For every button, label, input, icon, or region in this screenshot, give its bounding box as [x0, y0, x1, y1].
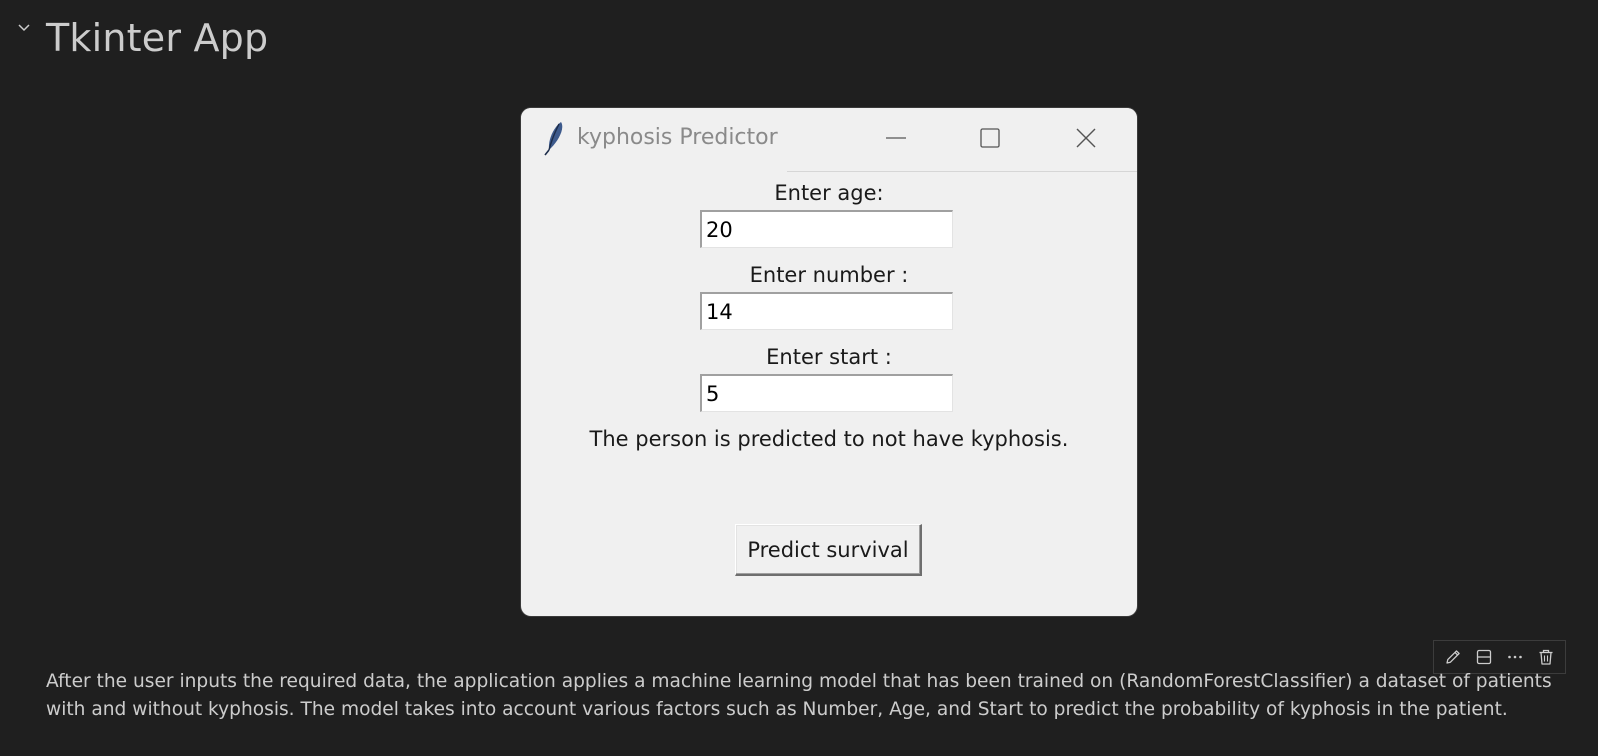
tk-app-window: kyphosis Predictor Enter age: 20 Enter n… — [521, 108, 1137, 616]
predictor-form: Enter age: Enter number : Enter start : … — [521, 172, 1137, 616]
split-cell-icon[interactable] — [1472, 645, 1496, 669]
minimize-icon[interactable] — [872, 120, 920, 156]
notebook-page: Tkinter App kyphosis Predictor Enter age… — [0, 0, 1598, 756]
age-label: Enter age: — [774, 181, 884, 205]
prediction-result: The person is predicted to not have kyph… — [589, 427, 1069, 451]
predict-survival-button[interactable]: Predict survival — [735, 524, 922, 576]
window-titlebar[interactable]: kyphosis Predictor — [521, 108, 1137, 172]
page-title: Tkinter App — [46, 16, 269, 60]
number-label: Enter number : — [749, 263, 909, 287]
start-input[interactable] — [700, 374, 953, 412]
number-input[interactable] — [700, 292, 953, 330]
maximize-icon[interactable] — [966, 120, 1014, 156]
more-actions-icon[interactable] — [1503, 645, 1527, 669]
age-input[interactable] — [700, 210, 953, 248]
close-icon[interactable] — [1062, 120, 1110, 156]
markdown-description: After the user inputs the required data,… — [46, 671, 1552, 720]
start-label: Enter start : — [766, 345, 892, 369]
window-title: kyphosis Predictor — [577, 125, 778, 150]
pencil-icon[interactable] — [1441, 645, 1465, 669]
feather-icon — [541, 120, 567, 156]
trash-icon[interactable] — [1534, 645, 1558, 669]
chevron-down-icon[interactable] — [14, 18, 34, 38]
